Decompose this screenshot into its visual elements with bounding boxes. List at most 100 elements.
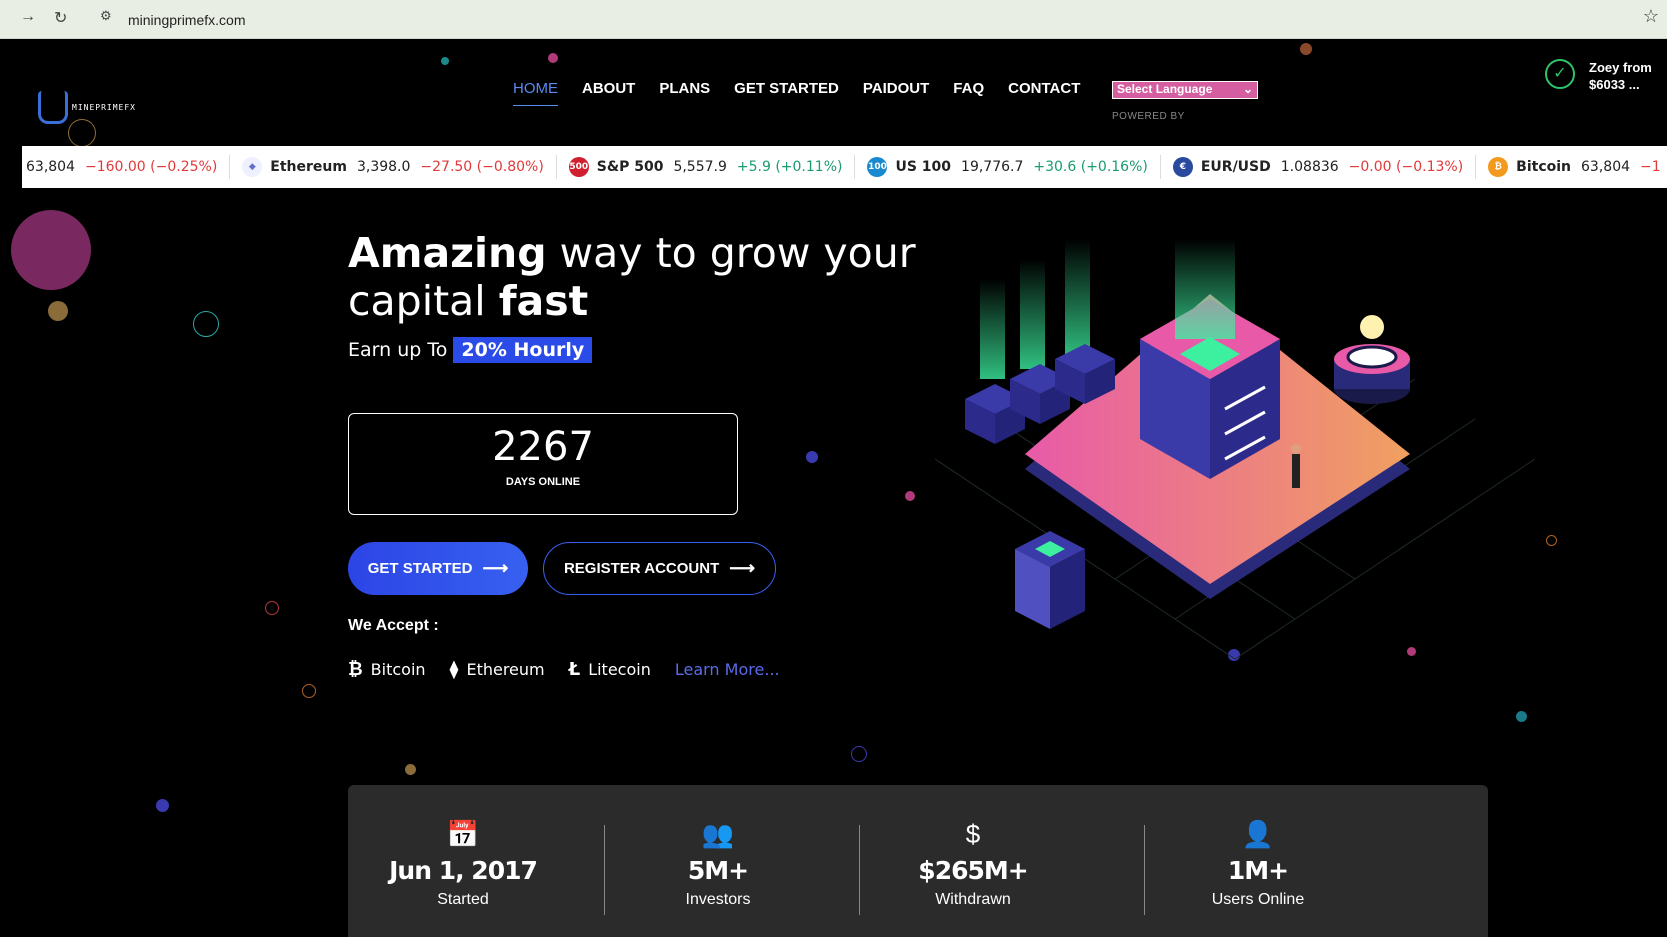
hero-headline: Amazing way to grow your capital fast bbox=[348, 229, 916, 325]
ticker-item[interactable]: 63,804 −160.00 (−0.25%) bbox=[22, 155, 231, 179]
small-server bbox=[1015, 531, 1085, 629]
nav-contact[interactable]: CONTACT bbox=[1008, 80, 1080, 106]
reload-icon[interactable]: ↻ bbox=[54, 8, 67, 28]
ticker-item[interactable]: ◆ Ethereum 3,398.0 −27.50 (−0.80%) bbox=[230, 155, 557, 179]
notification-line2: $6033 ... bbox=[1589, 77, 1640, 92]
register-label: REGISTER ACCOUNT bbox=[563, 560, 720, 577]
ticker-item[interactable]: € EUR/USD 1.08836 −0.00 (−0.13%) bbox=[1161, 155, 1477, 179]
counter-label: DAYS ONLINE bbox=[505, 476, 581, 488]
coin-device bbox=[1334, 315, 1410, 404]
stat-label: Withdrawn bbox=[935, 891, 1011, 908]
decor-dot bbox=[441, 57, 449, 65]
nav-plans[interactable]: PLANS bbox=[659, 80, 710, 106]
ticker-change: +5.9 (+0.11%) bbox=[736, 159, 843, 175]
language-select-label: Select Language bbox=[1117, 82, 1213, 96]
ticker-name: EUR/USD bbox=[1200, 159, 1271, 175]
ticker-change: −27.50 (−0.80%) bbox=[420, 159, 544, 175]
ethereum-icon: ◆ bbox=[242, 157, 263, 177]
dollar-icon: $ bbox=[965, 819, 981, 849]
address-bar[interactable]: ⚙ miningprimefx.com bbox=[92, 4, 1632, 32]
bookmark-star-icon[interactable]: ☆ bbox=[1643, 6, 1659, 27]
nav-get-started[interactable]: GET STARTED bbox=[734, 80, 839, 106]
ticker-change: −160.00 (−0.25%) bbox=[85, 159, 218, 175]
we-accept-label: We Accept : bbox=[348, 617, 439, 634]
decor-dot bbox=[48, 301, 68, 321]
site-page: MINEPRIMEFX HOME ABOUT PLANS GET STARTED… bbox=[0, 39, 1667, 937]
stat-label: Investors bbox=[685, 891, 751, 908]
stat-value: 1M+ bbox=[1227, 856, 1289, 885]
stat-label: Users Online bbox=[1211, 891, 1305, 908]
nav-about[interactable]: ABOUT bbox=[582, 80, 635, 106]
decor-dot bbox=[405, 764, 416, 775]
accepted-coins: ₿ Bitcoin ⧫ Ethereum Ł Litecoin Learn Mo… bbox=[348, 659, 780, 680]
coin-bitcoin: ₿ Bitcoin bbox=[348, 659, 426, 680]
get-started-button[interactable]: GET STARTED ⟶ bbox=[348, 542, 528, 595]
learn-more-link[interactable]: Learn More... bbox=[675, 660, 780, 679]
stat-started: 📅 Jun 1, 2017 Started bbox=[348, 819, 578, 909]
stat-value: 5M+ bbox=[687, 856, 749, 885]
coin-label: Litecoin bbox=[588, 660, 651, 679]
decor-dot bbox=[156, 799, 169, 812]
us100-icon: 100 bbox=[867, 157, 888, 177]
chevron-down-icon: ⌄ bbox=[1242, 82, 1253, 96]
arrow-right-icon: ⟶ bbox=[482, 558, 509, 578]
decor-ring bbox=[193, 311, 219, 337]
arrow-right-icon: ⟶ bbox=[729, 558, 756, 578]
stat-value: Jun 1, 2017 bbox=[389, 856, 538, 885]
ethereum-icon: ⧫ bbox=[449, 659, 459, 680]
coin-label: Ethereum bbox=[466, 660, 545, 679]
user-plus-icon: 👤 bbox=[1241, 819, 1275, 849]
decor-ring bbox=[265, 601, 279, 615]
ticker-item[interactable]: 500 S&P 500 5,557.9 +5.9 (+0.11%) bbox=[557, 155, 856, 179]
ticker-item[interactable]: 100 US 100 19,776.7 +30.6 (+0.16%) bbox=[855, 155, 1161, 179]
coin-label: Bitcoin bbox=[370, 660, 426, 679]
stat-value: $265M+ bbox=[918, 856, 1028, 885]
stat-investors: 👥 5M+ Investors bbox=[603, 819, 833, 909]
decor-circle bbox=[11, 210, 91, 290]
browser-toolbar: → ↻ ⚙ miningprimefx.com ☆ bbox=[0, 0, 1667, 39]
main-nav: HOME ABOUT PLANS GET STARTED PAIDOUT FAQ… bbox=[513, 80, 1104, 106]
headline-text-line2: capital bbox=[348, 277, 499, 325]
decor-ring bbox=[851, 746, 867, 762]
site-settings-icon[interactable]: ⚙ bbox=[100, 8, 112, 24]
powered-by-text: POWERED BY bbox=[1112, 111, 1185, 122]
price-ticker[interactable]: 63,804 −160.00 (−0.25%) ◆ Ethereum 3,398… bbox=[22, 146, 1667, 188]
litecoin-icon: Ł bbox=[568, 659, 581, 680]
ticker-name: Ethereum bbox=[270, 159, 347, 175]
url-text: miningprimefx.com bbox=[128, 12, 246, 28]
logo-mark-icon bbox=[38, 91, 68, 124]
coin-litecoin: Ł Litecoin bbox=[569, 659, 651, 680]
site-logo[interactable]: MINEPRIMEFX bbox=[38, 91, 136, 124]
days-online-counter: 2267 DAYS ONLINE bbox=[348, 413, 738, 515]
ticker-name: Bitcoin bbox=[1516, 159, 1572, 175]
headline-text: way to grow your bbox=[546, 229, 916, 277]
get-started-label: GET STARTED bbox=[367, 560, 473, 577]
stat-withdrawn: $ $265M+ Withdrawn bbox=[858, 819, 1088, 909]
sp500-icon: 500 bbox=[568, 157, 589, 177]
stat-users-online: 👤 1M+ Users Online bbox=[1143, 819, 1373, 909]
nav-faq[interactable]: FAQ bbox=[953, 80, 984, 106]
language-select[interactable]: Select Language ⌄ bbox=[1112, 81, 1258, 99]
bitcoin-icon: ₿ bbox=[348, 659, 363, 680]
logo-text: MINEPRIMEFX bbox=[72, 103, 136, 112]
bitcoin-icon: ₿ bbox=[1488, 157, 1509, 177]
ticker-name: S&P 500 bbox=[596, 159, 664, 175]
decor-ring bbox=[1546, 535, 1557, 546]
stats-panel: 📅 Jun 1, 2017 Started 👥 5M+ Investors $ … bbox=[348, 785, 1488, 937]
nav-paidout[interactable]: PAIDOUT bbox=[863, 80, 929, 106]
headline-bold-word: Amazing bbox=[348, 229, 547, 277]
person-figure bbox=[1291, 444, 1301, 488]
ticker-price: 1.08836 bbox=[1280, 159, 1339, 175]
notification-line1: Zoey from bbox=[1589, 60, 1652, 75]
ticker-change: +30.6 (+0.16%) bbox=[1033, 159, 1148, 175]
register-account-button[interactable]: REGISTER ACCOUNT ⟶ bbox=[543, 542, 776, 595]
ticker-item[interactable]: ₿ Bitcoin 63,804 −1 bbox=[1476, 155, 1667, 179]
nav-home[interactable]: HOME bbox=[513, 80, 558, 106]
notification-popup[interactable]: ✓ Zoey from $6033 ... bbox=[1545, 59, 1652, 93]
counter-value: 2267 bbox=[492, 424, 594, 470]
light-beam bbox=[1175, 239, 1235, 339]
ticker-name: US 100 bbox=[895, 159, 952, 175]
check-icon: ✓ bbox=[1545, 59, 1575, 89]
forward-icon[interactable]: → bbox=[20, 8, 36, 26]
users-icon: 👥 bbox=[701, 819, 735, 849]
